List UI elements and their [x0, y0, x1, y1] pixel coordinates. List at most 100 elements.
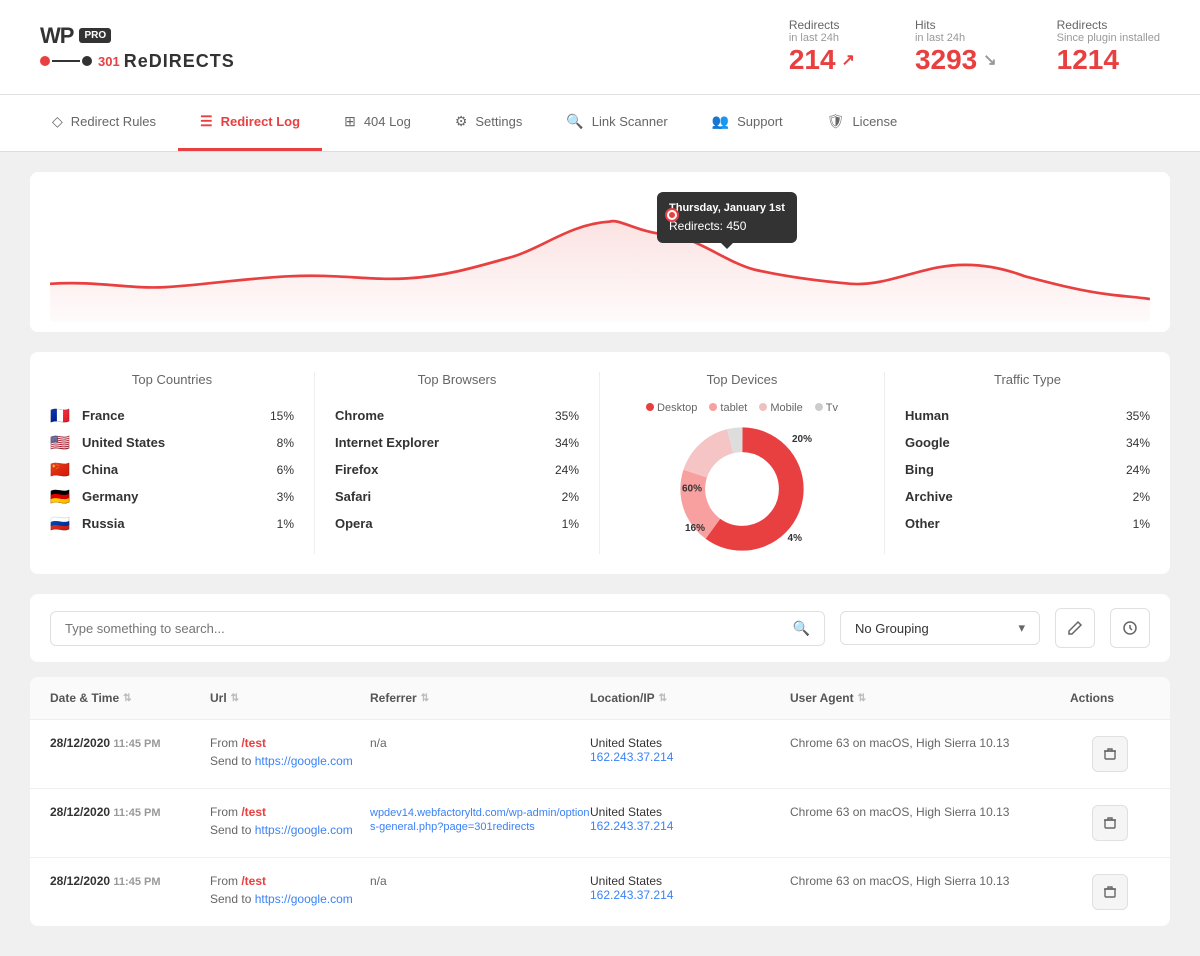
delete-button-2[interactable]: [1092, 805, 1128, 841]
france-flag: 🇫🇷: [50, 408, 72, 423]
location-ip-1[interactable]: 162.243.37.214: [590, 750, 673, 764]
chart-tooltip-value: Redirects: 450: [669, 217, 785, 235]
top-devices-section: Top Devices Desktop tablet Mobile Tv: [600, 372, 885, 554]
delete-button-1[interactable]: [1092, 736, 1128, 772]
donut-chart-container: Desktop tablet Mobile Tv: [620, 402, 864, 554]
date-value-1: 28/12/2020 11:45 PM: [50, 736, 210, 750]
sort-useragent-icon[interactable]: ⇅: [858, 693, 866, 704]
list-icon: ☰: [200, 113, 213, 130]
legend-desktop: Desktop: [646, 402, 697, 414]
to-url-3[interactable]: https://google.com: [255, 892, 353, 906]
country-row-france: 🇫🇷 France 15%: [50, 402, 294, 429]
browser-opera: Opera 1%: [335, 510, 579, 537]
traffic-google: Google 34%: [905, 429, 1150, 456]
grouping-dropdown[interactable]: No Grouping ▾: [840, 611, 1040, 645]
france-pct: 15%: [259, 409, 294, 423]
tab-redirect-log[interactable]: ☰ Redirect Log: [178, 95, 322, 151]
logo-pro-badge: PRO: [79, 28, 111, 43]
location-ip-3[interactable]: 162.243.37.214: [590, 888, 673, 902]
col-useragent: User Agent ⇅: [790, 691, 1070, 705]
sort-url-icon[interactable]: ⇅: [231, 693, 239, 704]
country-row-china: 🇨🇳 China 6%: [50, 456, 294, 483]
google-name: Google: [905, 435, 1115, 450]
delete-button-3[interactable]: [1092, 874, 1128, 910]
ie-name: Internet Explorer: [335, 435, 544, 450]
sort-datetime-icon[interactable]: ⇅: [123, 693, 131, 704]
logo-wp-text: WP: [40, 23, 73, 49]
china-pct: 6%: [259, 463, 294, 477]
france-name: France: [82, 408, 259, 423]
diamond-icon: ◇: [52, 113, 63, 130]
sort-referrer-icon[interactable]: ⇅: [421, 693, 429, 704]
country-row-russia: 🇷🇺 Russia 1%: [50, 510, 294, 537]
to-url-2[interactable]: https://google.com: [255, 823, 353, 837]
tab-404-log[interactable]: ⊞ 404 Log: [322, 95, 433, 151]
us-pct: 8%: [259, 436, 294, 450]
chrome-name: Chrome: [335, 408, 544, 423]
traffic-human: Human 35%: [905, 402, 1150, 429]
from-path-2[interactable]: /test: [241, 805, 266, 819]
china-name: China: [82, 462, 259, 477]
logo-circle-dark: [82, 56, 92, 66]
top-countries-section: Top Countries 🇫🇷 France 15% 🇺🇸 United St…: [30, 372, 315, 554]
shield-icon: 🛡: [827, 113, 845, 130]
donut-label-20: 20%: [792, 434, 812, 445]
tabs-list: ◇ Redirect Rules ☰ Redirect Log ⊞ 404 Lo…: [30, 95, 1170, 151]
russia-pct: 1%: [259, 517, 294, 531]
from-path-3[interactable]: /test: [241, 874, 266, 888]
search-input[interactable]: [65, 621, 783, 636]
stat-redirects-value: 214 ↗: [789, 44, 855, 76]
grouping-label: No Grouping: [855, 621, 1010, 636]
archive-name: Archive: [905, 489, 1115, 504]
firefox-pct: 24%: [544, 463, 579, 477]
country-row-us: 🇺🇸 United States 8%: [50, 429, 294, 456]
trash-icon-1: [1103, 747, 1117, 761]
top-devices-title: Top Devices: [620, 372, 864, 387]
stat-total-value: 1214: [1057, 44, 1160, 76]
location-ip-2[interactable]: 162.243.37.214: [590, 819, 673, 833]
google-pct: 34%: [1115, 436, 1150, 450]
germany-flag: 🇩🇪: [50, 489, 72, 504]
browser-firefox: Firefox 24%: [335, 456, 579, 483]
traffic-other: Other 1%: [905, 510, 1150, 537]
tab-settings-label: Settings: [475, 114, 522, 129]
donut-chart: 20% 60% 16% 4%: [677, 424, 807, 554]
log-table: Date & Time ⇅ Url ⇅ Referrer ⇅ Location/…: [30, 677, 1170, 926]
donut-label-60: 60%: [682, 484, 702, 495]
stat-total-label: Redirects: [1057, 18, 1160, 32]
stat-redirects-total: Redirects Since plugin installed 1214: [1057, 18, 1160, 76]
clock-button[interactable]: [1110, 608, 1150, 648]
edit-button[interactable]: [1055, 608, 1095, 648]
cell-actions-2: [1070, 805, 1150, 841]
from-path-1[interactable]: /test: [241, 736, 266, 750]
tab-license[interactable]: 🛡 License: [805, 95, 920, 151]
header-stats: Redirects in last 24h 214 ↗ Hits in last…: [789, 18, 1160, 76]
chart-tooltip: Thursday, January 1st Redirects: 450: [657, 192, 797, 243]
tab-support[interactable]: 👥 Support: [690, 95, 805, 151]
cell-actions-1: [1070, 736, 1150, 772]
tab-link-scanner[interactable]: 🔍 Link Scanner: [544, 95, 689, 151]
support-icon: 👥: [712, 113, 729, 130]
cell-date-3: 28/12/2020 11:45 PM: [50, 874, 210, 888]
search-input-wrap[interactable]: 🔍: [50, 611, 825, 646]
chart-container: Thursday, January 1st Redirects: 450: [30, 172, 1170, 332]
tab-settings[interactable]: ⚙ Settings: [433, 95, 545, 151]
donut-label-4: 4%: [788, 533, 802, 544]
table-row: 28/12/2020 11:45 PM From /test Send to h…: [30, 789, 1170, 858]
grid-icon: ⊞: [344, 113, 356, 130]
stat-hits-label: Hits: [915, 18, 997, 32]
archive-pct: 2%: [1115, 490, 1150, 504]
location-country-3: United States: [590, 874, 790, 888]
tab-redirect-log-label: Redirect Log: [221, 114, 300, 129]
chart-data-point: [667, 210, 677, 220]
ie-pct: 34%: [544, 436, 579, 450]
referrer-link-2[interactable]: wpdev14.webfactoryltd.com/wp-admin/optio…: [370, 807, 590, 833]
logo-redirects-text: ReDIRECTS: [124, 51, 235, 72]
sort-location-icon[interactable]: ⇅: [659, 693, 667, 704]
logo-301: 301: [98, 54, 120, 69]
to-url-1[interactable]: https://google.com: [255, 754, 353, 768]
tab-redirect-rules[interactable]: ◇ Redirect Rules: [30, 95, 178, 151]
stat-hits-sublabel: in last 24h: [915, 32, 997, 44]
russia-name: Russia: [82, 516, 259, 531]
stat-total-sublabel: Since plugin installed: [1057, 32, 1160, 44]
